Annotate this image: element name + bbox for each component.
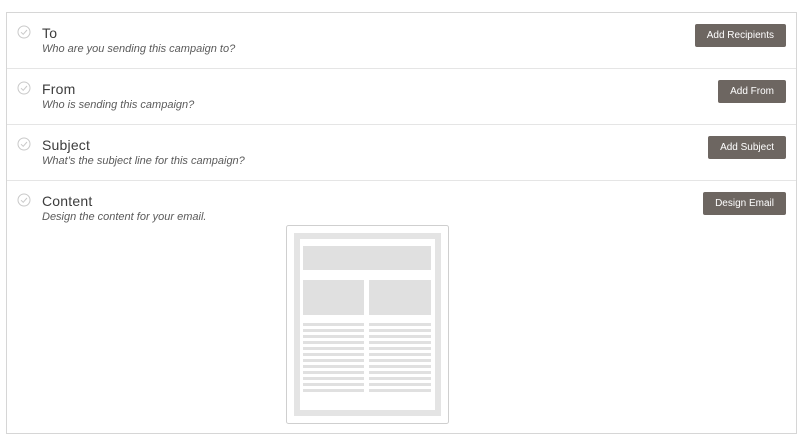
from-title: From — [42, 81, 76, 97]
to-title: To — [42, 25, 58, 41]
add-subject-button[interactable]: Add Subject — [708, 136, 786, 159]
add-recipients-button[interactable]: Add Recipients — [694, 24, 786, 47]
check-circle-icon — [17, 25, 31, 39]
campaign-checklist: To Who are you sending this campaign to?… — [6, 12, 797, 434]
subject-subtitle: What’s the subject line for this campaig… — [42, 155, 245, 167]
check-circle-icon — [17, 137, 31, 151]
from-subtitle: Who is sending this campaign? — [42, 99, 195, 111]
email-template-preview[interactable] — [286, 225, 449, 424]
to-section: To Who are you sending this campaign to?… — [7, 13, 796, 69]
subject-title: Subject — [42, 137, 91, 153]
content-section: Content Design the content for your emai… — [7, 181, 796, 433]
to-subtitle: Who are you sending this campaign to? — [42, 43, 236, 55]
subject-section: Subject What’s the subject line for this… — [7, 125, 796, 181]
content-subtitle: Design the content for your email. — [42, 211, 207, 223]
check-circle-icon — [17, 81, 31, 95]
check-circle-icon — [17, 193, 31, 207]
from-section: From Who is sending this campaign? Add F… — [7, 69, 796, 125]
add-from-button[interactable]: Add From — [718, 80, 786, 103]
content-title: Content — [42, 193, 93, 209]
design-email-button[interactable]: Design Email — [703, 192, 786, 215]
